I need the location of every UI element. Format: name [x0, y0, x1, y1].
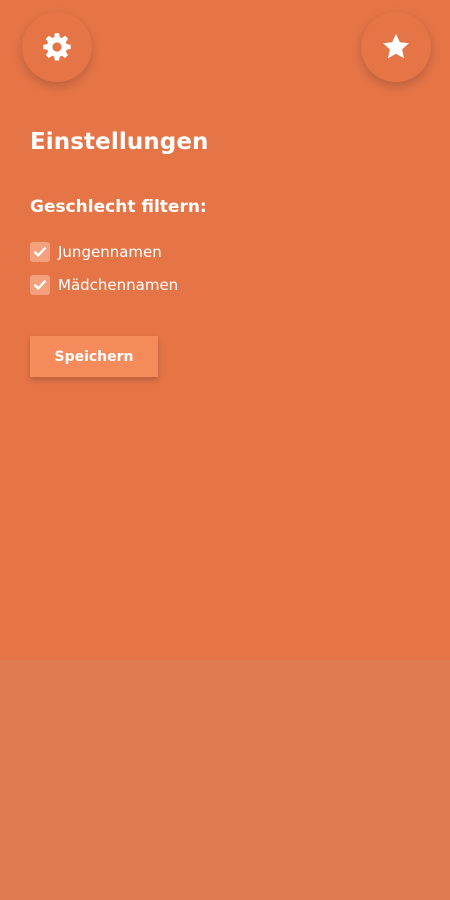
- girls-names-checkbox[interactable]: [30, 275, 50, 295]
- settings-button[interactable]: [22, 12, 92, 82]
- settings-panel: Einstellungen Geschlecht filtern: Jungen…: [0, 0, 450, 660]
- star-icon: [381, 32, 411, 62]
- girls-names-label: Mädchennamen: [58, 276, 179, 294]
- boys-names-option[interactable]: Jungennamen: [30, 242, 162, 262]
- checkmark-icon: [34, 247, 46, 257]
- girls-names-option[interactable]: Mädchennamen: [30, 275, 178, 295]
- save-button[interactable]: Speichern: [30, 336, 158, 377]
- boys-names-checkbox[interactable]: [30, 242, 50, 262]
- gear-icon: [42, 32, 72, 62]
- page-title: Einstellungen: [30, 129, 209, 155]
- favorites-button[interactable]: [361, 12, 431, 82]
- gender-filter-heading: Geschlecht filtern:: [30, 197, 207, 217]
- bottom-area: [0, 660, 450, 900]
- boys-names-label: Jungennamen: [58, 243, 162, 261]
- checkmark-icon: [34, 280, 46, 290]
